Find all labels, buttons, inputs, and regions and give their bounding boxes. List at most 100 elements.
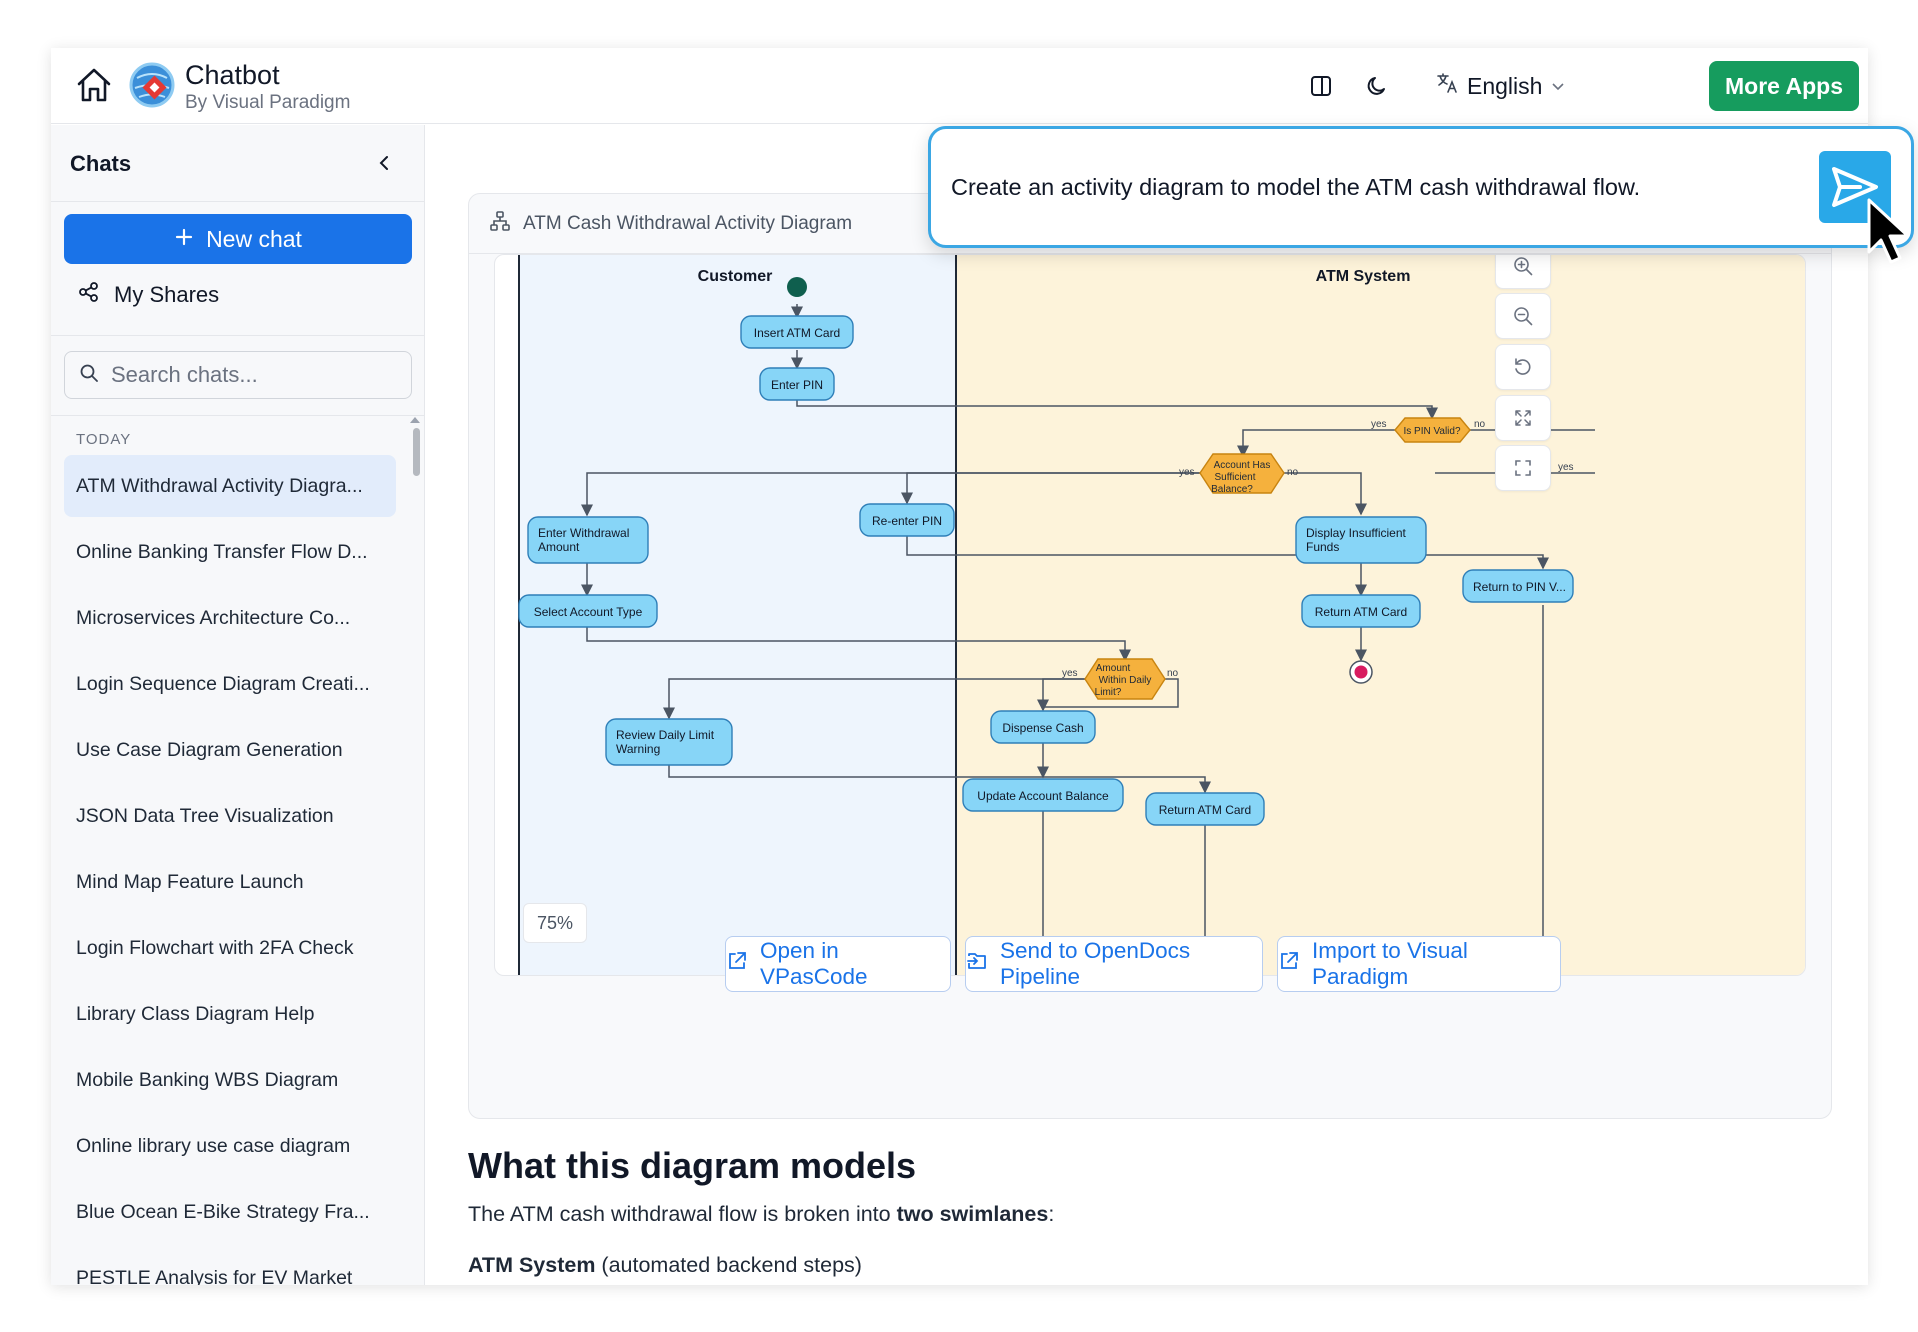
decision-label: Sufficient [1215, 472, 1256, 483]
share-icon [78, 281, 100, 309]
node-label: Return to PIN V... [1473, 580, 1566, 594]
my-shares-link[interactable]: My Shares [78, 275, 219, 315]
node-label: Update Account Balance [977, 789, 1109, 803]
divider [51, 201, 425, 202]
collapse-sidebar-icon[interactable] [369, 147, 401, 179]
prompt-text[interactable]: Create an activity diagram to model the … [951, 174, 1640, 201]
chat-list: ATM Withdrawal Activity Diagra... Online… [64, 455, 396, 1285]
section-label-today: TODAY [76, 431, 132, 448]
node-label: Return ATM Card [1159, 803, 1251, 817]
chat-list-item[interactable]: Microservices Architecture Co... [64, 587, 396, 649]
section-heading: What this diagram models [468, 1145, 917, 1186]
guard-label: yes [1371, 419, 1387, 430]
chat-list-item[interactable]: Mobile Banking WBS Diagram [64, 1049, 396, 1111]
decision-label: Amount [1096, 663, 1131, 674]
new-chat-button[interactable]: New chat [64, 214, 412, 264]
search-icon [79, 363, 99, 388]
send-to-opendocs-button[interactable]: Send to OpenDocs Pipeline [965, 936, 1263, 992]
decision-label: Limit? [1095, 687, 1122, 698]
diagram-title: ATM Cash Withdrawal Activity Diagram [523, 212, 853, 234]
chat-list-item[interactable]: Mind Map Feature Launch [64, 851, 396, 913]
node-label: Amount [538, 540, 580, 554]
dark-mode-icon[interactable] [1359, 68, 1395, 104]
guard-label: yes [1179, 467, 1195, 478]
chat-list-item[interactable]: PESTLE Analysis for EV Market [64, 1247, 396, 1286]
language-label: English [1467, 72, 1543, 99]
language-selector[interactable]: English [1435, 68, 1566, 104]
chat-list-item[interactable]: Online Banking Transfer Flow D... [64, 521, 396, 583]
zoom-out-icon[interactable] [1495, 293, 1551, 339]
node-label: Enter PIN [771, 378, 823, 392]
screenshot-stage: Chatbot By Visual Paradigm English More … [0, 0, 1918, 1332]
node-label: Re-enter PIN [872, 514, 942, 528]
panel-layout-icon[interactable] [1303, 68, 1339, 104]
lane-label-customer: Customer [698, 268, 773, 285]
external-link-icon [726, 950, 748, 978]
node-label: Display Insufficient [1306, 526, 1406, 540]
decision-label: Account Has [1214, 460, 1271, 471]
initial-node [787, 277, 807, 297]
send-to-opendocs-label: Send to OpenDocs Pipeline [1000, 938, 1191, 989]
chat-list-item[interactable]: Blue Ocean E-Bike Strategy Fra... [64, 1181, 396, 1243]
chat-list-item[interactable]: Use Case Diagram Generation [64, 719, 396, 781]
zoom-level: 75% [523, 903, 587, 943]
open-in-vpascode-button[interactable]: Open in VPasCode [725, 936, 951, 992]
activity-diagram: Customer ATM System Insert ATM Card Ente… [518, 255, 1805, 975]
search-box [64, 351, 412, 399]
home-icon[interactable] [71, 62, 117, 108]
zoom-in-icon[interactable] [1495, 255, 1551, 289]
chat-list-item[interactable]: Login Flowchart with 2FA Check [64, 917, 396, 979]
search-chats-input[interactable] [111, 362, 391, 388]
divider [51, 415, 425, 416]
chevron-down-icon [1550, 73, 1566, 100]
visual-paradigm-logo [127, 60, 177, 110]
guard-label: yes [1558, 462, 1574, 473]
my-shares-label: My Shares [114, 282, 220, 307]
more-apps-button[interactable]: More Apps [1709, 61, 1859, 111]
guard-label: no [1287, 467, 1299, 478]
top-header: Chatbot By Visual Paradigm English More … [51, 48, 1868, 124]
guard-label: no [1167, 668, 1179, 679]
scrollbar-thumb[interactable] [413, 428, 420, 476]
guard-label: no [1474, 419, 1486, 430]
chat-list-item[interactable]: Library Class Diagram Help [64, 983, 396, 1045]
folder-send-icon [966, 950, 988, 978]
diagram-canvas[interactable]: Customer ATM System Insert ATM Card Ente… [494, 254, 1806, 976]
import-to-visual-paradigm-label: Import to Visual Paradigm [1312, 938, 1468, 989]
guard-label: yes [1062, 668, 1078, 679]
chat-list-item-active[interactable]: ATM Withdrawal Activity Diagra... [64, 455, 396, 517]
chat-list-item[interactable]: JSON Data Tree Visualization [64, 785, 396, 847]
new-chat-label: New chat [206, 225, 302, 252]
prompt-input-box[interactable]: Create an activity diagram to model the … [928, 126, 1914, 248]
divider [51, 335, 425, 336]
node-label: Review Daily Limit [616, 728, 715, 742]
fullscreen-icon[interactable] [1495, 445, 1551, 491]
decision-label: Is PIN Valid? [1403, 426, 1460, 437]
scroll-up-arrow[interactable] [410, 417, 420, 423]
brand-name: Chatbot [185, 60, 280, 90]
intro-paragraph: The ATM cash withdrawal flow is broken i… [468, 1202, 1055, 1226]
node-label: Return ATM Card [1315, 605, 1407, 619]
node-label: Dispense Cash [1002, 721, 1083, 735]
sidebar-title: Chats [70, 151, 132, 176]
lane-description: ATM System (automated backend steps) [468, 1253, 862, 1277]
node-label: Select Account Type [534, 605, 643, 619]
reset-view-icon[interactable] [1495, 344, 1551, 390]
translate-icon [1435, 71, 1459, 101]
node-label: Enter Withdrawal [538, 526, 629, 540]
mouse-cursor-icon [1867, 198, 1910, 264]
node-label: Warning [616, 742, 660, 756]
decision-label: Within Daily [1099, 675, 1152, 686]
diagram-card: ATM Cash Withdrawal Activity Diagram Cus… [468, 193, 1832, 1119]
chat-list-item[interactable]: Login Sequence Diagram Creati... [64, 653, 396, 715]
brand-subtitle: By Visual Paradigm [185, 92, 351, 113]
chat-list-item[interactable]: Online library use case diagram [64, 1115, 396, 1177]
fit-to-screen-icon[interactable] [1495, 395, 1551, 441]
node-label: Funds [1306, 540, 1339, 554]
diagram-icon [489, 210, 511, 238]
plus-icon [174, 226, 194, 253]
main-content: ATM Cash Withdrawal Activity Diagram Cus… [426, 125, 1868, 1285]
import-to-visual-paradigm-button[interactable]: Import to Visual Paradigm [1277, 936, 1561, 992]
open-in-vpascode-label: Open in VPasCode [760, 938, 868, 989]
node-label: Insert ATM Card [754, 326, 840, 340]
